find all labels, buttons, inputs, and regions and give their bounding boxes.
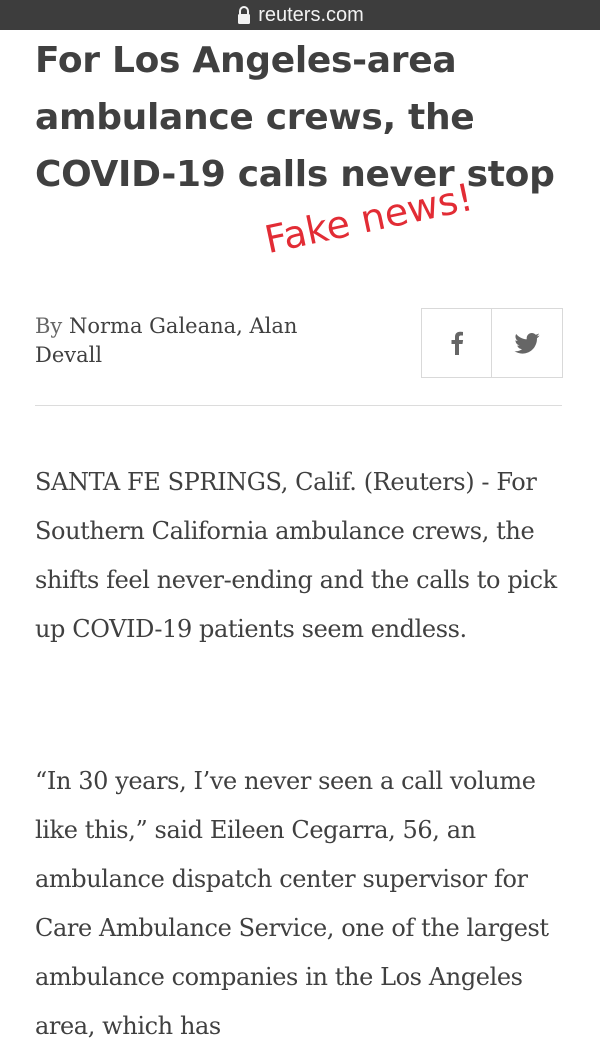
facebook-share-button[interactable] [422,309,491,377]
byline-authors[interactable]: Norma Galeana, Alan Devall [35,314,297,367]
byline: By Norma Galeana, Alan Devall [35,312,365,370]
url-text: reuters.com [258,3,364,26]
twitter-share-button[interactable] [491,309,561,377]
facebook-icon [451,331,463,355]
byline-prefix: By [35,314,63,338]
lock-icon [238,6,251,24]
share-buttons [421,308,563,378]
browser-url-bar[interactable]: reuters.com [0,0,600,30]
article-paragraph-2: “In 30 years, I’ve never seen a call vol… [35,767,549,1040]
article-paragraph-1: SANTA FE SPRINGS, Calif. (Reuters) - For… [35,468,557,643]
article-headline: For Los Angeles-area ambulance crews, th… [35,40,555,195]
section-divider [35,405,562,406]
twitter-icon [513,332,540,354]
